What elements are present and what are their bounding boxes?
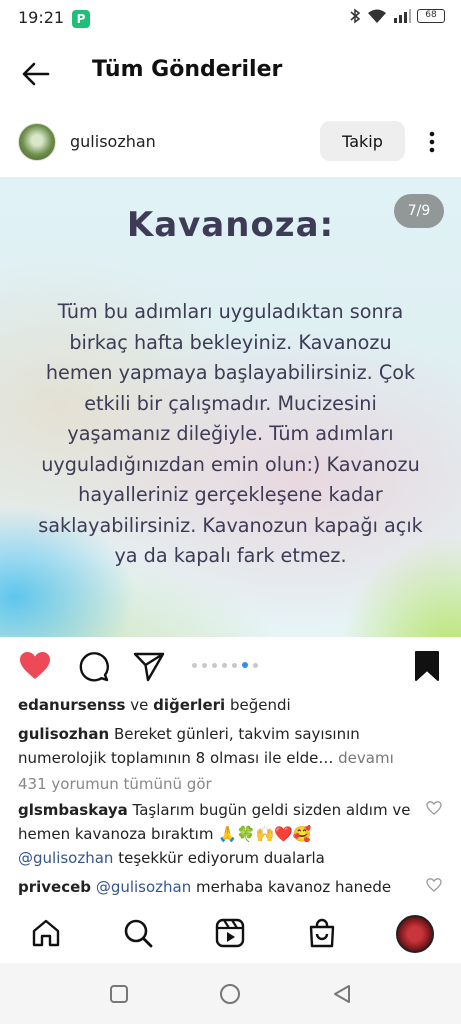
liker-username[interactable]: edanursenss bbox=[18, 696, 125, 714]
comment-item: glsmbaskaya Taşlarım bugün geldi sizden … bbox=[18, 798, 418, 870]
comment-text: merhaba kavanoz hanede bbox=[196, 878, 392, 896]
post-image[interactable]: 7/9 Kavanoza: Tüm bu adımları uyguladıkt… bbox=[0, 177, 461, 637]
carousel-dot bbox=[222, 662, 227, 668]
avatar[interactable] bbox=[18, 123, 56, 161]
follow-button[interactable]: Takip bbox=[320, 121, 405, 161]
caption-more-link[interactable]: devamı bbox=[338, 749, 394, 767]
carousel-dot bbox=[253, 662, 258, 668]
likes-suffix: beğendi bbox=[229, 696, 291, 714]
post-username[interactable]: gulisozhan bbox=[70, 132, 156, 151]
shop-icon[interactable] bbox=[306, 917, 338, 949]
post-header: gulisozhan Takip bbox=[0, 117, 461, 169]
carousel-dot-active bbox=[242, 662, 248, 668]
comment-mention[interactable]: @gulisozhan bbox=[96, 878, 191, 896]
likes-summary[interactable]: edanursenss ve diğerleri beğendi bbox=[18, 696, 291, 714]
status-icons: 68 bbox=[349, 8, 445, 24]
post-actions bbox=[0, 645, 461, 689]
bottom-navigation bbox=[0, 905, 461, 963]
post-caption: gulisozhan Bereket günleri, takvim sayıs… bbox=[18, 722, 438, 770]
wifi-icon bbox=[368, 9, 386, 23]
post-slide-title: Kavanoza: bbox=[126, 205, 335, 245]
back-triangle-icon[interactable] bbox=[331, 983, 353, 1005]
comment-item: priveceb @gulisozhan merhaba kavanoz han… bbox=[18, 875, 418, 905]
post-slide-body: Tüm bu adımları uyguladıktan sonra birka… bbox=[38, 300, 423, 567]
comment-icon[interactable] bbox=[76, 649, 110, 683]
carousel-dots bbox=[192, 662, 258, 668]
home-circle-icon[interactable] bbox=[219, 983, 241, 1005]
arrow-left-icon[interactable] bbox=[20, 58, 52, 90]
system-navigation-bar bbox=[0, 963, 461, 1024]
comment-like-heart-icon[interactable] bbox=[426, 877, 442, 893]
profile-avatar[interactable] bbox=[396, 915, 434, 953]
home-icon[interactable] bbox=[30, 917, 62, 949]
signal-icon bbox=[394, 9, 411, 23]
carousel-dot bbox=[212, 662, 217, 668]
send-icon[interactable] bbox=[132, 649, 166, 683]
header: Tüm Gönderiler bbox=[0, 40, 461, 106]
search-icon[interactable] bbox=[122, 917, 154, 949]
carousel-dot bbox=[232, 662, 237, 668]
battery-icon: 68 bbox=[417, 9, 445, 23]
carousel-dot bbox=[192, 662, 197, 668]
likes-others[interactable]: diğerleri bbox=[153, 696, 225, 714]
comment-mention[interactable]: @gulisozhan bbox=[18, 849, 113, 867]
carousel-dot bbox=[202, 662, 207, 668]
comment-text-continued: teşekkür ediyorum dualarla bbox=[118, 849, 325, 867]
comment-like-heart-icon[interactable] bbox=[426, 800, 442, 816]
caption-username[interactable]: gulisozhan bbox=[18, 725, 109, 743]
more-vertical-icon[interactable] bbox=[422, 127, 442, 157]
view-all-comments-link[interactable]: 431 yorumun tümünü gör bbox=[18, 775, 212, 793]
bluetooth-icon bbox=[350, 8, 361, 24]
recent-apps-icon[interactable] bbox=[108, 983, 130, 1005]
likes-connector: ve bbox=[130, 696, 149, 714]
reels-icon[interactable] bbox=[214, 917, 246, 949]
status-bar: 19:21 P 68 bbox=[0, 0, 461, 38]
heart-icon[interactable] bbox=[18, 649, 52, 683]
comment-username[interactable]: priveceb bbox=[18, 878, 91, 896]
notification-app-icon: P bbox=[72, 10, 90, 28]
page-title: Tüm Gönderiler bbox=[92, 57, 283, 82]
status-time: 19:21 bbox=[18, 8, 65, 27]
bookmark-icon[interactable] bbox=[410, 649, 444, 683]
comment-username[interactable]: glsmbaskaya bbox=[18, 801, 128, 819]
